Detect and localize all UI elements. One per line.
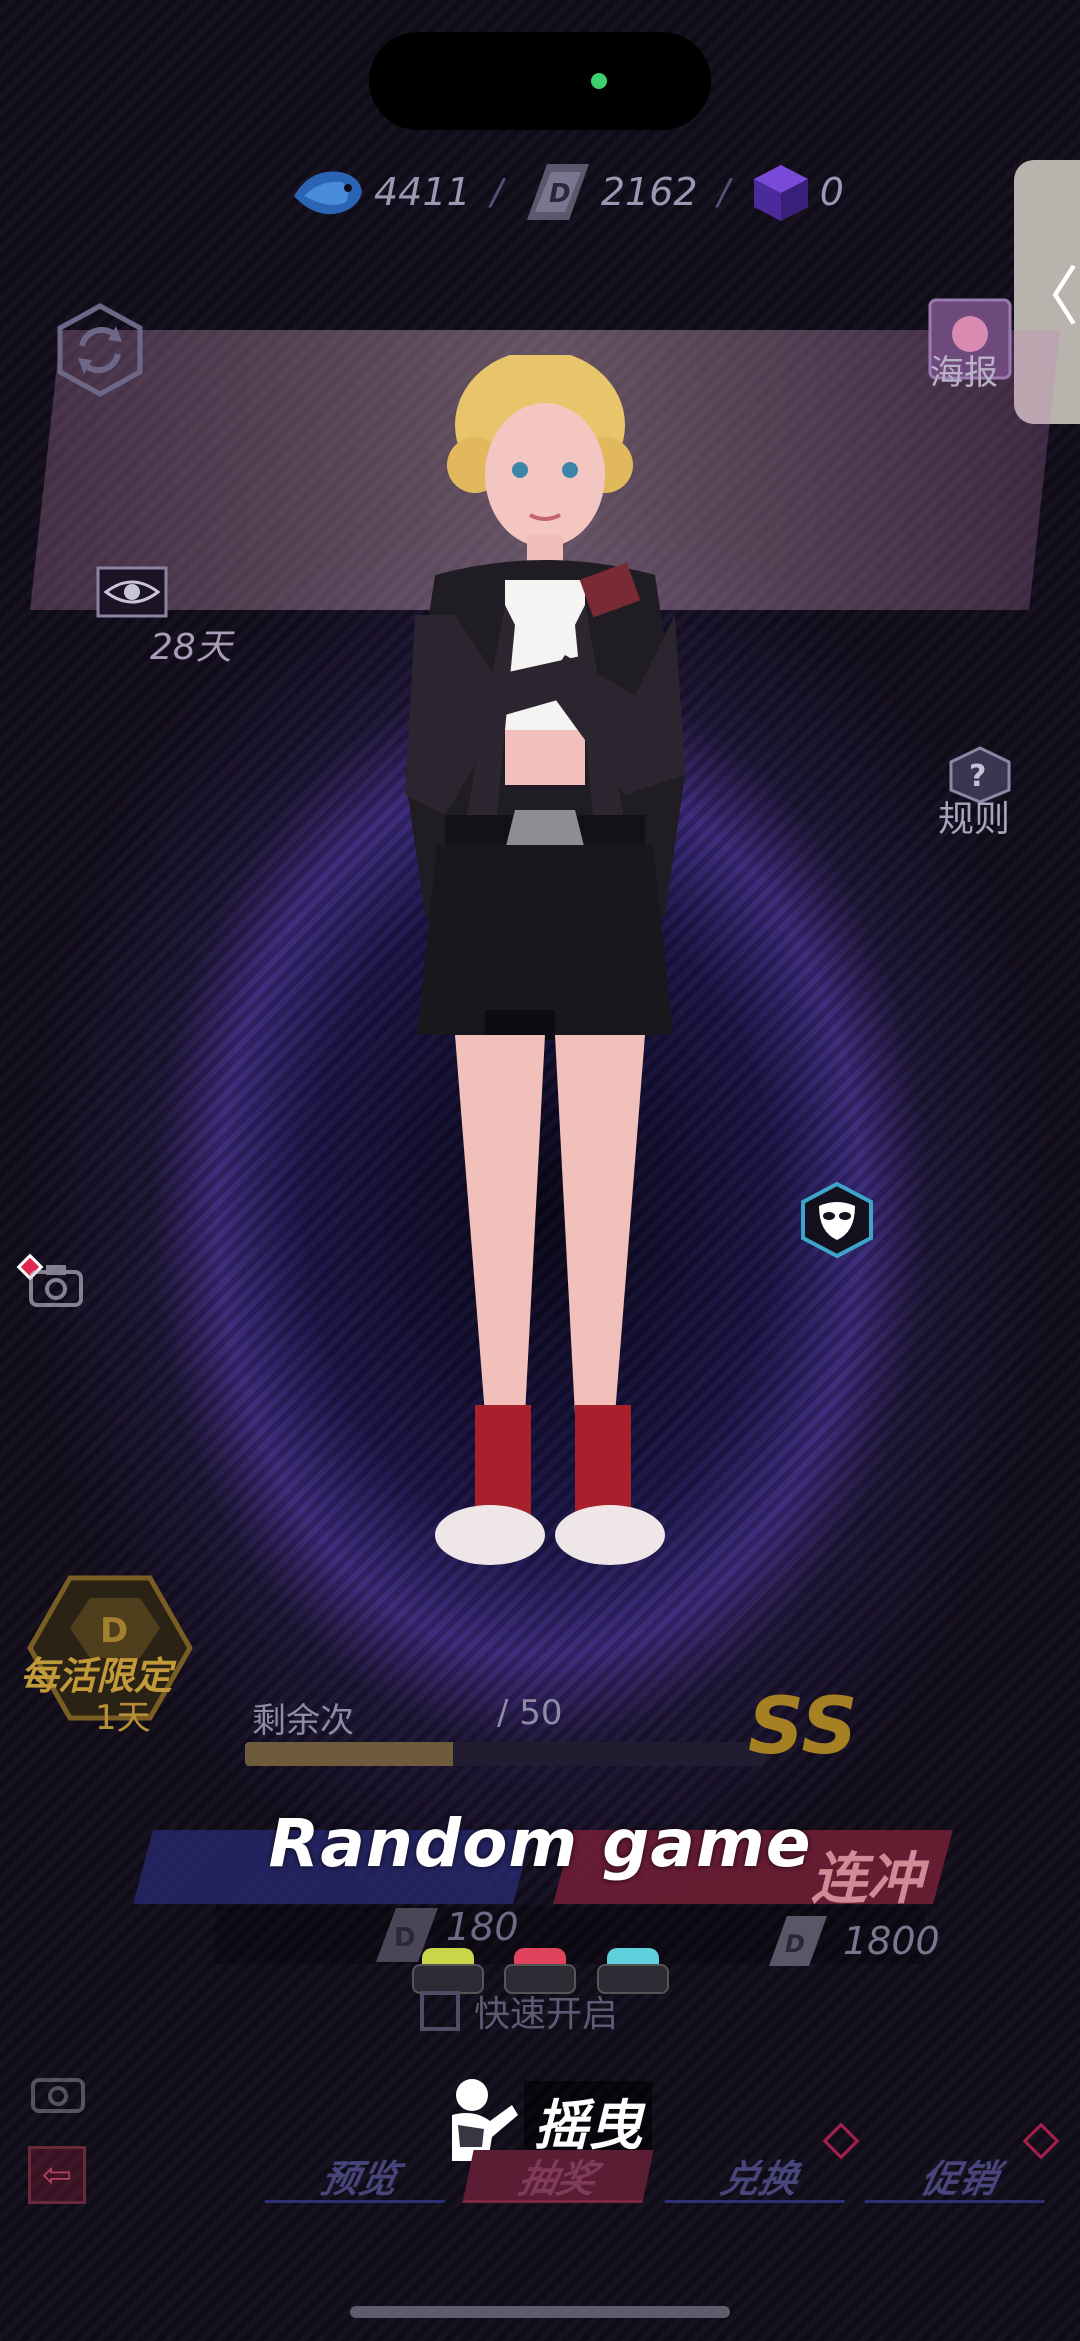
- eye-icon[interactable]: [96, 566, 168, 618]
- rules-label[interactable]: 规则: [938, 790, 1010, 842]
- home-indicator[interactable]: [350, 2306, 730, 2318]
- d-coin-icon: D: [526, 164, 589, 220]
- tab-exchange-label: 兑换: [716, 2156, 803, 2201]
- gems-amount: 4411: [374, 170, 471, 214]
- camera-icon[interactable]: [28, 1262, 84, 1308]
- quick-start-option[interactable]: 快速开启: [420, 1985, 618, 2037]
- single-draw-price: 180: [446, 1905, 519, 1949]
- ten-draw-price-group: D 1800: [765, 1912, 940, 1970]
- poster-label[interactable]: 海报: [930, 345, 998, 394]
- currency-separator: /: [717, 171, 730, 213]
- tab-promotion[interactable]: 促销: [864, 2150, 1056, 2203]
- gems-currency: 4411: [290, 162, 471, 222]
- svg-text:?: ?: [969, 759, 986, 794]
- tab-draw-label: 抽奖: [514, 2156, 601, 2201]
- d-coin-amount: 2162: [600, 170, 698, 214]
- player-avatar-character[interactable]: [375, 355, 715, 1775]
- camera-indicator-dot: [591, 73, 607, 89]
- tab-preview[interactable]: 预览: [264, 2150, 456, 2203]
- chevron-left-icon: 〈: [1015, 261, 1079, 335]
- currency-separator: /: [490, 171, 503, 213]
- limited-badge-day: 1天: [95, 1698, 151, 1738]
- draw-progress-bar: [245, 1742, 765, 1766]
- game-screen: 4411 / D 2162 / 0 〈 海报 28天 ? 规则 D 每活限定 1…: [0, 0, 1080, 2341]
- back-button[interactable]: ⇦: [28, 2146, 86, 2204]
- quick-start-checkbox[interactable]: [420, 1991, 460, 2031]
- refresh-icon[interactable]: [50, 300, 150, 400]
- tab-draw[interactable]: 抽奖: [462, 2150, 654, 2203]
- tab-preview-label: 预览: [316, 2156, 403, 2201]
- remaining-draws-label: 剩余次: [252, 1701, 354, 1741]
- tab-promotion-label: 促销: [916, 2156, 1003, 2201]
- cube-amount: 0: [819, 170, 844, 214]
- draw-progress-fill: [245, 1742, 453, 1766]
- bottom-nav: ⇦ 预览 抽奖 兑换 促销: [28, 2122, 1068, 2204]
- remaining-draws-value: / 50: [497, 1693, 563, 1733]
- tab-exchange[interactable]: 兑换: [664, 2150, 856, 2203]
- random-game-title: Random game: [268, 1805, 812, 1882]
- cube-currency: 0: [750, 161, 844, 223]
- mask-icon[interactable]: [797, 1180, 877, 1260]
- d-coin-currency: D 2162: [523, 160, 698, 224]
- gem-fish-icon: [294, 171, 362, 215]
- rank-badge: SS: [748, 1682, 858, 1772]
- svg-text:D: D: [785, 1930, 805, 1958]
- back-arrow-icon: ⇦: [41, 2154, 73, 2196]
- quick-start-label: 快速开启: [474, 1994, 619, 2035]
- d-coin-icon: D: [769, 1916, 827, 1966]
- camera-icon[interactable]: [30, 2070, 86, 2114]
- purple-cube-icon: [753, 165, 808, 221]
- camera-notch: [369, 32, 711, 130]
- currency-bar: 4411 / D 2162 / 0: [290, 160, 844, 224]
- svg-text:D: D: [549, 179, 571, 209]
- ten-draw-price: 1800: [843, 1919, 940, 1963]
- event-duration: 28天: [150, 627, 232, 668]
